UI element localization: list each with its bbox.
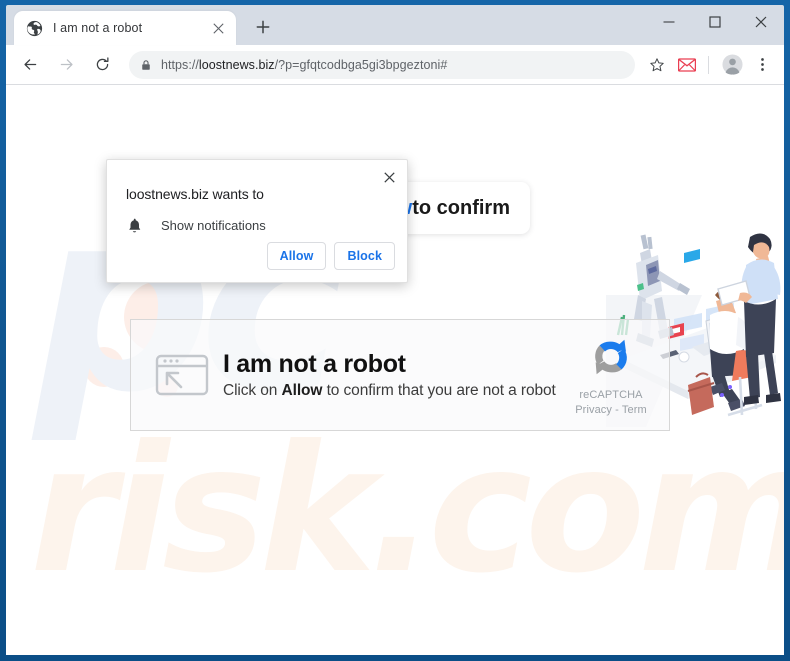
confirm-banner-text: to confirm [412, 196, 510, 219]
popup-action-buttons: Allow Block [266, 242, 395, 270]
lock-icon[interactable] [133, 52, 159, 78]
popup-permission-label: Show notifications [161, 218, 266, 233]
recaptcha-label: reCAPTCHA [579, 389, 643, 401]
allow-button[interactable]: Allow [266, 242, 327, 270]
subtitle-before: Click on [223, 381, 282, 399]
url-path: /?p=gfqtcodbga5gi3bpgeztoni# [274, 57, 448, 72]
watermark-text-risk: risk.com [30, 409, 784, 612]
popup-close-button[interactable] [377, 165, 401, 189]
address-bar[interactable]: https://loostnews.biz/?p=gfqtcodbga5gi3b… [129, 50, 635, 79]
robot-card-subtitle: Click on Allow to confirm that you are n… [223, 382, 563, 400]
browser-window: I am not a robot https://loostnews.biz/?… [0, 0, 790, 661]
star-icon[interactable] [643, 51, 671, 79]
new-tab-button[interactable] [248, 12, 278, 42]
minimize-button[interactable] [646, 5, 692, 39]
close-button[interactable] [738, 5, 784, 39]
forward-button[interactable] [51, 50, 81, 80]
robot-card-title: I am not a robot [223, 350, 406, 379]
back-button[interactable] [15, 50, 45, 80]
maximize-button[interactable] [692, 5, 738, 39]
three-dot-menu-icon[interactable] [748, 51, 776, 79]
globe-icon [26, 20, 43, 37]
browser-window-cursor-icon [153, 351, 211, 399]
reload-button[interactable] [87, 50, 117, 80]
robot-card-text: I am not a robot Click on Allow to confi… [223, 350, 563, 400]
robot-confirmation-card: I am not a robot Click on Allow to confi… [130, 319, 670, 431]
recaptcha-logo-icon [588, 334, 634, 385]
tab-close-button[interactable] [208, 18, 228, 38]
popup-permission-row: Show notifications [126, 217, 266, 234]
browser-toolbar: https://loostnews.biz/?p=gfqtcodbga5gi3b… [6, 45, 784, 85]
tab-title: I am not a robot [53, 21, 143, 35]
address-bar-url: https://loostnews.biz/?p=gfqtcodbga5gi3b… [159, 58, 625, 72]
notification-permission-popup: loostnews.biz wants to Show notification… [106, 159, 408, 283]
url-host: loostnews.biz [198, 57, 275, 72]
bell-icon [126, 217, 143, 234]
toolbar-divider [708, 55, 709, 74]
window-controls [646, 5, 784, 39]
envelope-icon[interactable] [673, 51, 701, 79]
tab-strip: I am not a robot [6, 5, 784, 45]
block-button[interactable]: Block [334, 242, 395, 270]
browser-tab-active[interactable]: I am not a robot [14, 11, 236, 45]
recaptcha-privacy-terms-links[interactable]: Privacy - Term [564, 404, 658, 416]
subtitle-allow-emphasis: Allow [281, 381, 323, 399]
avatar-icon[interactable] [718, 51, 746, 79]
page-viewport: pc risk.com w to confirm [6, 85, 784, 655]
subtitle-after: to confirm that you are not a robot [322, 381, 556, 399]
popup-title: loostnews.biz wants to [126, 186, 264, 202]
recaptcha-badge: reCAPTCHA Privacy - Term [563, 327, 659, 423]
url-scheme: https:// [161, 57, 199, 72]
